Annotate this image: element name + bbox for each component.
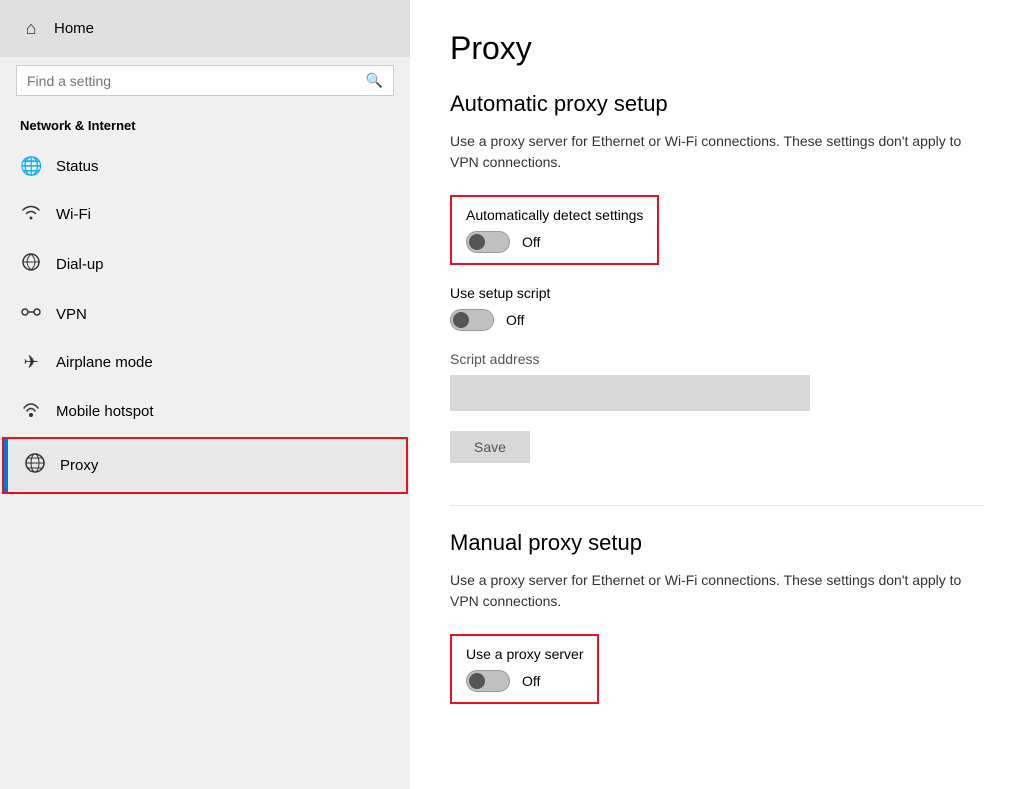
status-icon: 🌐 — [20, 156, 42, 177]
sidebar-item-proxy[interactable]: Proxy — [2, 437, 408, 494]
proxy-icon — [24, 452, 46, 479]
setup-script-label: Use setup script — [450, 285, 984, 301]
search-icon: 🔍 — [366, 72, 383, 89]
script-address-input[interactable] — [450, 375, 810, 411]
section-label: Network & Internet — [0, 112, 410, 143]
dialup-icon — [20, 252, 42, 277]
auto-detect-toggle-row: Off — [466, 231, 643, 253]
hotspot-icon — [20, 399, 42, 424]
sidebar-item-airplane[interactable]: ✈ Airplane mode — [0, 339, 410, 386]
auto-detect-toggle[interactable] — [466, 231, 510, 253]
home-icon: ⌂ — [20, 18, 42, 39]
sidebar-item-dialup[interactable]: Dial-up — [0, 239, 410, 290]
section-divider — [450, 505, 984, 506]
airplane-icon: ✈ — [20, 352, 42, 373]
setup-script-setting: Use setup script Off — [450, 285, 984, 331]
use-proxy-toggle[interactable] — [466, 670, 510, 692]
setup-script-state: Off — [506, 312, 524, 328]
sidebar-item-vpn-label: VPN — [56, 306, 87, 323]
sidebar-item-hotspot-label: Mobile hotspot — [56, 403, 154, 420]
search-input[interactable] — [27, 73, 366, 89]
sidebar-item-dialup-label: Dial-up — [56, 256, 104, 273]
home-label: Home — [54, 20, 94, 37]
sidebar-item-hotspot[interactable]: Mobile hotspot — [0, 386, 410, 437]
manual-proxy-description: Use a proxy server for Ethernet or Wi-Fi… — [450, 570, 984, 612]
auto-detect-label: Automatically detect settings — [466, 207, 643, 223]
page-title: Proxy — [450, 30, 984, 67]
sidebar-item-airplane-label: Airplane mode — [56, 354, 153, 371]
use-proxy-toggle-row: Off — [466, 670, 583, 692]
use-proxy-setting: Use a proxy server Off — [450, 634, 599, 704]
sidebar-item-vpn[interactable]: VPN — [0, 290, 410, 339]
auto-detect-state: Off — [522, 234, 540, 250]
search-box: 🔍 — [16, 65, 394, 96]
manual-proxy-title: Manual proxy setup — [450, 530, 984, 556]
auto-detect-setting: Automatically detect settings Off — [450, 195, 659, 265]
script-address-label: Script address — [450, 351, 984, 367]
save-button[interactable]: Save — [450, 431, 530, 463]
setup-script-toggle[interactable] — [450, 309, 494, 331]
wifi-icon — [20, 203, 42, 226]
automatic-proxy-title: Automatic proxy setup — [450, 91, 984, 117]
sidebar-item-wifi-label: Wi-Fi — [56, 206, 91, 223]
script-address-group: Script address — [450, 351, 984, 411]
setup-script-toggle-row: Off — [450, 309, 984, 331]
sidebar-item-wifi[interactable]: Wi-Fi — [0, 190, 410, 239]
vpn-icon — [20, 303, 42, 326]
automatic-proxy-description: Use a proxy server for Ethernet or Wi-Fi… — [450, 131, 984, 173]
sidebar-item-proxy-label: Proxy — [60, 457, 98, 474]
use-proxy-label: Use a proxy server — [466, 646, 583, 662]
main-content: Proxy Automatic proxy setup Use a proxy … — [410, 0, 1024, 789]
sidebar: ⌂ Home 🔍 Network & Internet 🌐 Status Wi-… — [0, 0, 410, 789]
use-proxy-state: Off — [522, 673, 540, 689]
sidebar-item-status-label: Status — [56, 158, 99, 175]
sidebar-item-status[interactable]: 🌐 Status — [0, 143, 410, 190]
sidebar-item-home[interactable]: ⌂ Home — [0, 0, 410, 57]
